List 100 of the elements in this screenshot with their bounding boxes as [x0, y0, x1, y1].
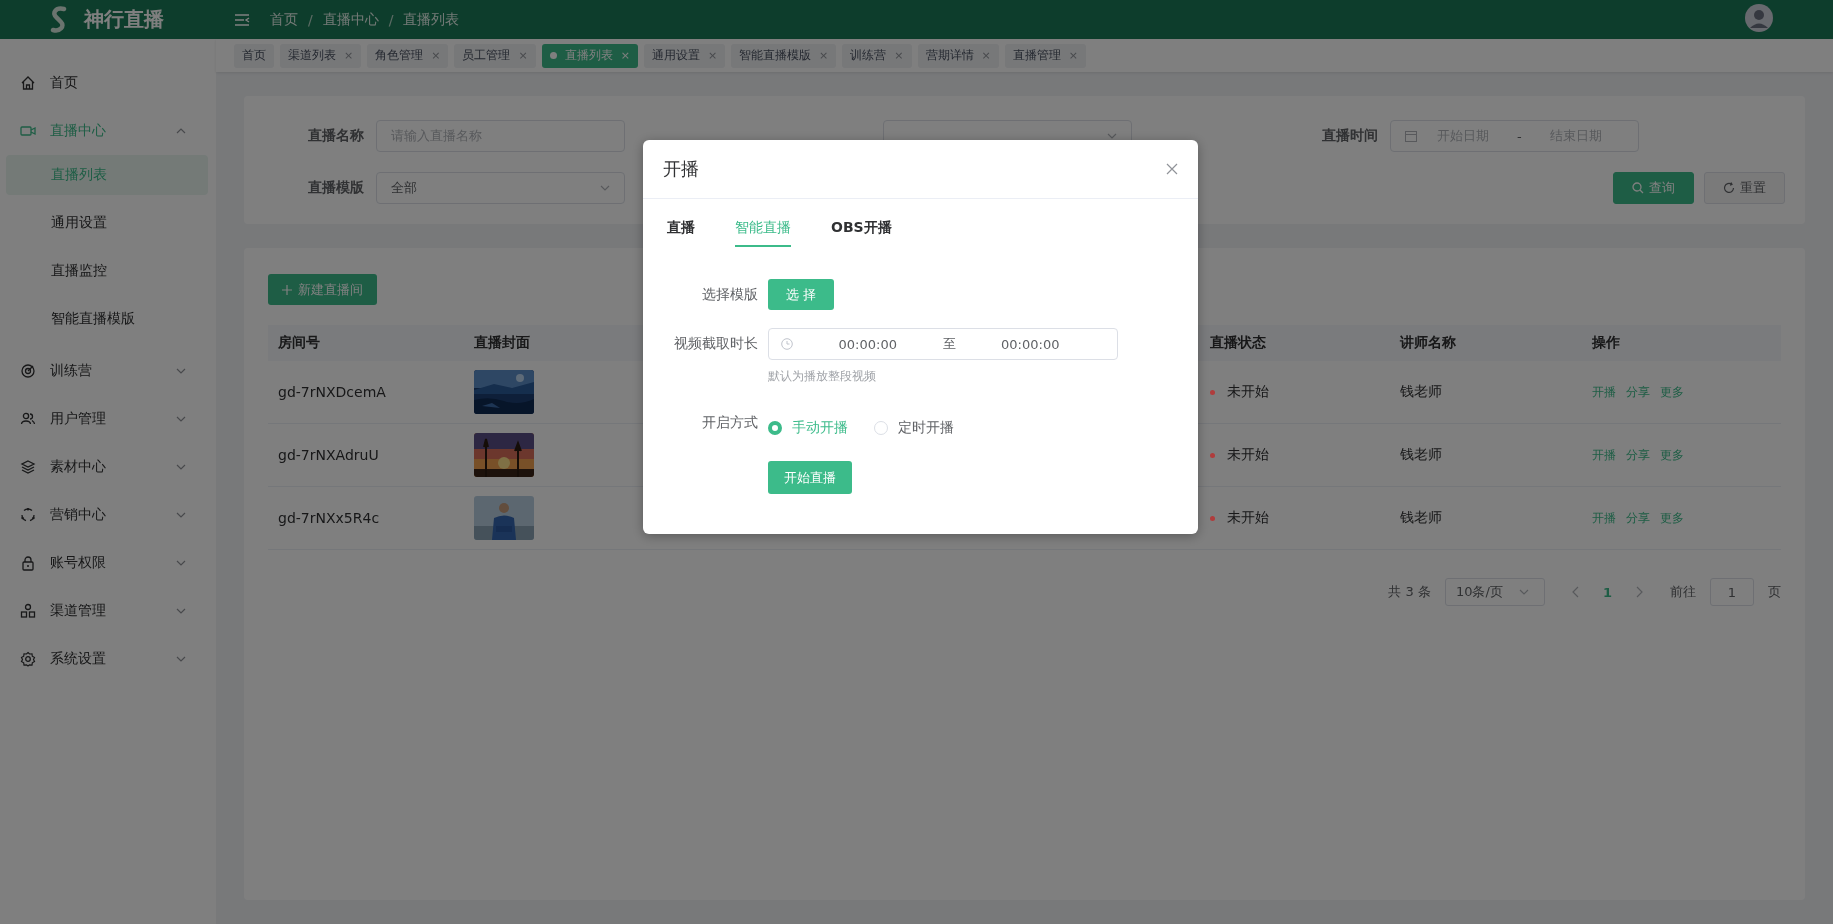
table-cell: 钱老师 — [1390, 361, 1582, 424]
action-link[interactable]: 分享 — [1626, 446, 1650, 464]
prev-page-icon — [1570, 586, 1579, 598]
breadcrumb-separator: / — [308, 11, 313, 28]
tab[interactable]: 直播管理 × — [1004, 43, 1086, 68]
action-link[interactable]: 开播 — [1592, 446, 1616, 464]
calendar-icon — [1405, 130, 1417, 142]
menu-item[interactable]: 首页 — [0, 59, 216, 107]
tab[interactable]: 营期详情 × — [917, 43, 999, 68]
breadcrumb-item[interactable]: 直播中心 — [322, 10, 379, 29]
dialog-title: 开播 — [663, 157, 699, 181]
tab[interactable]: 通用设置 × — [643, 43, 726, 68]
tab[interactable]: 直播列表 × — [541, 43, 638, 68]
column-header: 房间号 — [268, 325, 464, 361]
reset-button[interactable]: 重置 — [1704, 172, 1785, 204]
submenu-item[interactable]: 直播列表 — [6, 155, 208, 195]
close-icon[interactable]: × — [344, 49, 354, 62]
submenu-item[interactable]: 直播监控 — [6, 251, 208, 291]
tab[interactable]: 首页 — [234, 43, 274, 68]
filter-label: 直播名称 — [307, 127, 364, 145]
menu-item[interactable]: 系统设置 — [0, 635, 216, 683]
select-field[interactable]: 全部 — [376, 172, 625, 204]
close-icon[interactable]: × — [707, 49, 718, 62]
menu-item[interactable]: 直播中心 — [0, 107, 216, 155]
close-icon[interactable] — [1166, 163, 1178, 175]
tab[interactable]: 直播 — [667, 219, 695, 247]
radio-option[interactable]: 手动开播 — [768, 419, 848, 437]
hint-text: 默认为播放整段视频 — [768, 368, 877, 385]
menu-item[interactable]: 账号权限 — [0, 539, 216, 587]
menu-fold-icon — [234, 12, 250, 27]
page-input[interactable]: 1 — [1710, 578, 1754, 606]
page-size-select[interactable]: 10条/页 — [1444, 578, 1545, 606]
settings-icon — [20, 651, 36, 667]
tab[interactable]: 员工管理 × — [454, 43, 536, 68]
cycle-icon — [20, 507, 36, 523]
form-label: 开启方式 — [701, 414, 758, 432]
action-link[interactable]: 更多 — [1660, 509, 1684, 527]
refresh-icon — [1723, 182, 1735, 194]
menu-item[interactable]: 训练营 — [0, 347, 216, 395]
action-link[interactable]: 开播 — [1592, 509, 1616, 527]
close-icon[interactable]: × — [431, 49, 441, 62]
action-link[interactable]: 分享 — [1626, 383, 1650, 401]
avatar-icon — [1745, 4, 1773, 32]
table-cell: gd-7rNXAdruU — [268, 423, 464, 487]
filter-label: 直播时间 — [1321, 127, 1378, 145]
column-header: 讲师名称 — [1390, 325, 1582, 361]
action-link[interactable]: 更多 — [1660, 446, 1684, 464]
tab[interactable]: 智能直播 — [735, 219, 791, 247]
time-range-field[interactable]: 00:00:00 至 00:00:00 — [768, 328, 1118, 360]
goto-label: 前往 — [1670, 583, 1696, 601]
column-header: 操作 — [1582, 325, 1682, 361]
lock-icon — [20, 555, 36, 571]
active-dot — [549, 52, 557, 59]
status-text: 未开始 — [1227, 446, 1269, 464]
chevron-down-icon — [1518, 589, 1529, 595]
close-icon[interactable]: × — [620, 49, 630, 62]
breadcrumb-item[interactable]: 首页 — [270, 10, 298, 29]
new-room-button[interactable]: 新建直播间 — [268, 274, 377, 305]
tab[interactable]: 角色管理 × — [367, 43, 449, 68]
menu-item[interactable]: 渠道管理 — [0, 587, 216, 635]
table-cell: gd-7rNXx5R4c — [268, 486, 464, 550]
menu-item[interactable]: 素材中心 — [0, 443, 216, 491]
close-icon[interactable]: × — [981, 49, 991, 62]
action-link[interactable]: 分享 — [1626, 509, 1650, 527]
menu-item[interactable]: 用户管理 — [0, 395, 216, 443]
chevron-down-icon — [1107, 133, 1117, 139]
action-link[interactable]: 更多 — [1660, 383, 1684, 401]
action-link[interactable]: 开播 — [1592, 383, 1616, 401]
submenu-item[interactable]: 通用设置 — [6, 203, 208, 243]
table-cell: gd-7rNXDcemA — [268, 361, 464, 424]
page-suffix: 页 — [1768, 583, 1781, 601]
page-number[interactable]: 1 — [1592, 584, 1622, 600]
target-icon — [20, 363, 36, 379]
status-text: 未开始 — [1227, 509, 1269, 527]
close-icon[interactable]: × — [518, 49, 528, 62]
status-text: 未开始 — [1227, 383, 1269, 401]
total-count: 共 3 条 — [1388, 583, 1431, 601]
tab[interactable]: 训练营 × — [842, 43, 912, 68]
table-cell: 钱老师 — [1390, 423, 1582, 487]
users-icon — [20, 411, 36, 427]
plus-icon — [282, 284, 292, 295]
table-cell: 钱老师 — [1390, 486, 1582, 550]
next-page-icon — [1636, 586, 1644, 598]
menu-item[interactable]: 营销中心 — [0, 491, 216, 539]
radio-button[interactable] — [768, 421, 782, 435]
search-button[interactable]: 查询 — [1613, 172, 1694, 204]
close-icon[interactable]: × — [894, 49, 904, 62]
home-icon — [20, 75, 36, 91]
column-header: 直播状态 — [1200, 325, 1390, 361]
tab[interactable]: OBS开播 — [831, 219, 892, 247]
tab[interactable]: 渠道列表 × — [280, 43, 362, 68]
select-button[interactable]: 选 择 — [768, 279, 835, 310]
close-icon[interactable]: × — [1068, 49, 1078, 62]
tab[interactable]: 智能直播模版 × — [731, 43, 837, 68]
close-icon[interactable]: × — [819, 49, 829, 62]
layers-icon — [20, 459, 36, 475]
start-live-button[interactable]: 开始直播 — [768, 461, 852, 494]
radio-option[interactable]: 定时开播 — [874, 419, 954, 437]
submenu-item[interactable]: 智能直播模版 — [6, 299, 208, 339]
chevron-down-icon — [600, 185, 610, 191]
